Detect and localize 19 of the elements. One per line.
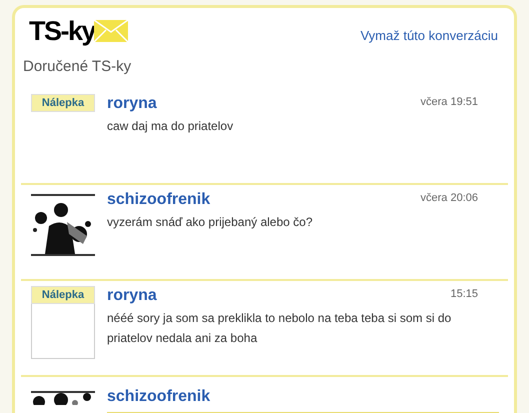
author-link[interactable]: roryna [107,284,157,308]
sticker-label[interactable]: Nálepka [31,94,95,112]
sticker-frame [31,304,95,358]
avatar[interactable] [31,194,95,256]
message-time: včera 19:51 [420,94,478,110]
delete-conversation-link[interactable]: Vymaž túto konverzáciu [360,26,498,46]
message-time: 15:15 [450,286,478,302]
message-text: vyzerám snáď ako prijebaný alebo čo? [107,214,314,230]
author-link[interactable]: roryna [107,92,157,116]
message-text: nééé sory ja som sa preklikla to nebolo na teba teba si som si do priatelov nedala ani za boha [107,310,452,346]
sticker-label[interactable]: Nálepka [31,286,95,304]
avatar[interactable] [31,390,95,404]
author-link[interactable]: schizoofrenik [107,384,210,408]
message-text: caw daj ma do priatelov [107,118,234,134]
envelope-icon [93,18,130,42]
inbox-heading: Doručené TS-ky [22,57,132,77]
author-link[interactable]: schizoofrenik [107,188,210,212]
message-time: včera 20:06 [420,190,478,206]
logo-text: TS-ky [29,18,96,44]
